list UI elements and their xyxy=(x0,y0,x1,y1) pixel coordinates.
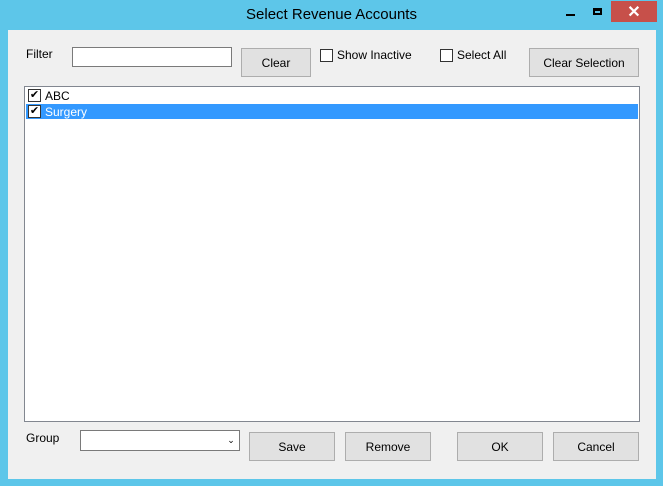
item-checkbox[interactable]: ✔ xyxy=(28,89,41,102)
checkmark-icon: ✔ xyxy=(29,105,40,117)
group-select[interactable]: ⌄ xyxy=(80,430,240,451)
minimize-icon xyxy=(566,13,575,16)
item-label: ABC xyxy=(45,88,70,103)
maximize-button[interactable] xyxy=(584,1,611,22)
clear-filter-button[interactable]: Clear xyxy=(241,48,311,77)
item-checkbox[interactable]: ✔ xyxy=(28,105,41,118)
chevron-down-icon: ⌄ xyxy=(227,434,235,445)
select-all-checkbox[interactable] xyxy=(440,49,453,62)
ok-button[interactable]: OK xyxy=(457,432,543,461)
clear-selection-button[interactable]: Clear Selection xyxy=(529,48,639,77)
minimize-button[interactable] xyxy=(557,1,584,22)
filter-input[interactable] xyxy=(72,47,232,67)
save-button[interactable]: Save xyxy=(249,432,335,461)
close-button[interactable]: ✕ xyxy=(611,1,657,22)
maximize-icon xyxy=(593,8,602,15)
accounts-list[interactable]: ✔ ABC ✔ Surgery xyxy=(24,86,640,422)
show-inactive-checkbox[interactable] xyxy=(320,49,333,62)
dialog-window: Select Revenue Accounts ✕ Filter Clear S… xyxy=(0,0,663,486)
show-inactive-label: Show Inactive xyxy=(337,48,412,62)
list-item[interactable]: ✔ Surgery xyxy=(26,104,638,119)
group-label: Group xyxy=(26,431,60,445)
title-bar[interactable]: Select Revenue Accounts ✕ xyxy=(0,0,663,30)
close-icon: ✕ xyxy=(627,3,641,21)
item-label: Surgery xyxy=(45,104,88,119)
remove-button[interactable]: Remove xyxy=(345,432,431,461)
filter-label: Filter xyxy=(26,47,53,61)
list-item[interactable]: ✔ ABC xyxy=(26,88,638,103)
select-all-label: Select All xyxy=(457,48,507,62)
cancel-button[interactable]: Cancel xyxy=(553,432,639,461)
checkmark-icon: ✔ xyxy=(29,89,40,101)
dialog-body: Filter Clear Show Inactive Select All Cl… xyxy=(8,30,656,479)
